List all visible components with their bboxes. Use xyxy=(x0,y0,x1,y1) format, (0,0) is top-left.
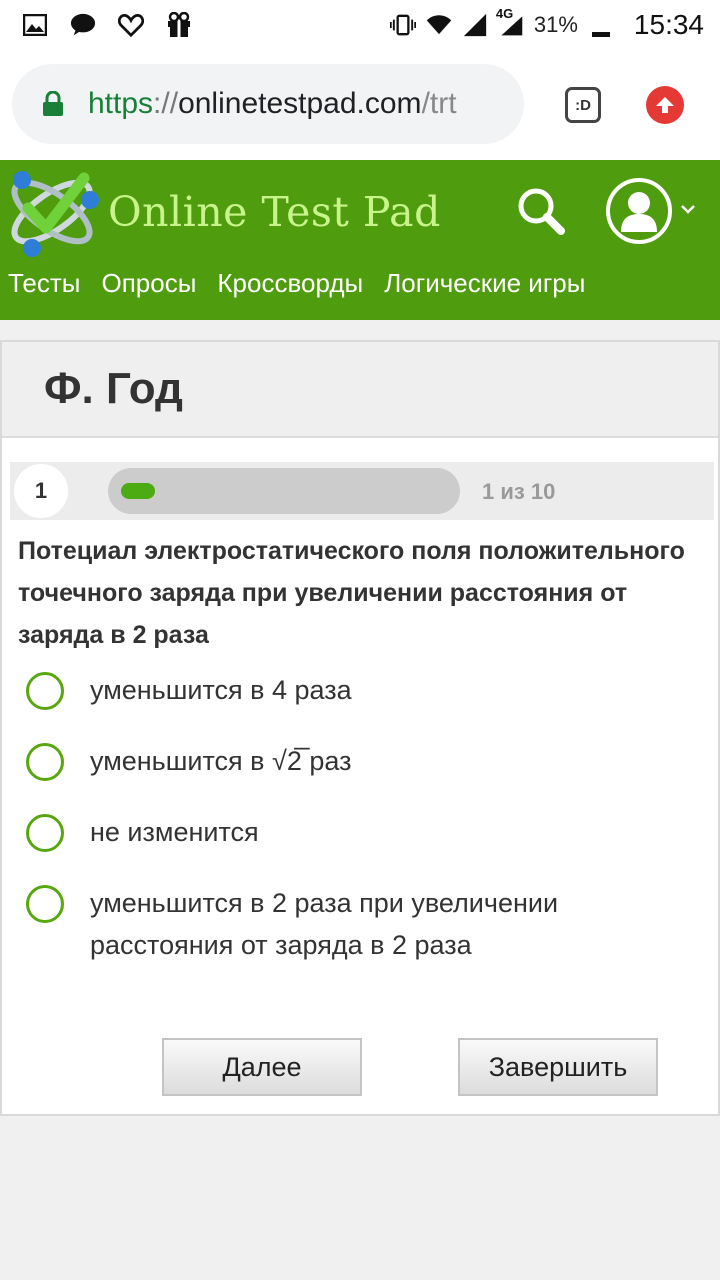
chevron-down-icon xyxy=(680,202,696,220)
chat-bubble-icon xyxy=(70,12,96,38)
test-panel: Ф. Год 1 1 из 10 Потециал электростатиче… xyxy=(0,340,720,1116)
site-title[interactable]: Online Test Pad xyxy=(108,188,441,236)
test-title: Ф. Год xyxy=(44,364,183,413)
heart-icon xyxy=(118,12,144,38)
search-icon[interactable] xyxy=(512,182,572,242)
nav-logic-games[interactable]: Логические игры xyxy=(384,268,585,299)
progress-count: 1 из 10 xyxy=(482,479,556,504)
answer-label[interactable]: уменьшится в 4 раза xyxy=(90,669,352,711)
answer-option[interactable]: уменьшится в 2 раза при увеличении расст… xyxy=(26,885,706,966)
nav-crosswords[interactable]: Кроссворды xyxy=(217,268,363,299)
nav-polls[interactable]: Опросы xyxy=(101,268,196,299)
radio-button[interactable] xyxy=(26,814,64,852)
answer-option[interactable]: уменьшится в √2̅ раз xyxy=(26,743,706,782)
finish-button[interactable]: Завершить xyxy=(458,1038,658,1096)
user-menu-button[interactable] xyxy=(606,176,702,246)
signal-icon xyxy=(462,12,488,38)
radio-button[interactable] xyxy=(26,743,64,781)
lock-icon xyxy=(42,90,68,117)
radio-button[interactable] xyxy=(26,672,64,710)
vibrate-icon xyxy=(389,12,416,38)
nav-tests[interactable]: Тесты xyxy=(8,268,80,299)
progress-row: 1 1 из 10 xyxy=(10,462,714,520)
answer-option[interactable]: уменьшится в 4 раза xyxy=(26,672,706,711)
gallery-icon xyxy=(22,12,48,38)
answer-label[interactable]: уменьшится в 2 раза при увеличении расст… xyxy=(90,882,706,966)
answer-label[interactable]: уменьшится в √2̅ раз xyxy=(90,740,351,782)
site-logo[interactable] xyxy=(0,164,104,260)
answer-label[interactable]: не изменится xyxy=(90,811,259,853)
radio-button[interactable] xyxy=(26,885,64,923)
question-text: Потециал электростатического поля положи… xyxy=(18,537,685,649)
progress-fill xyxy=(121,483,155,499)
signal-4g-icon: 4G xyxy=(496,6,524,38)
address-bar[interactable]: https://onlinetestpad.com/trt xyxy=(12,64,524,144)
test-title-bar: Ф. Год xyxy=(2,342,718,438)
url-text: https://onlinetestpad.com/trt xyxy=(88,87,457,120)
update-icon[interactable] xyxy=(646,86,684,124)
answer-option[interactable]: не изменится xyxy=(26,814,706,853)
gift-icon xyxy=(166,12,192,38)
progress-bar xyxy=(108,468,460,514)
wifi-icon xyxy=(426,12,452,38)
tab-switcher-button[interactable]: :D xyxy=(565,87,601,123)
battery-icon xyxy=(588,12,614,38)
browser-toolbar: https://onlinetestpad.com/trt :D xyxy=(0,50,720,160)
main-nav: Тесты Опросы Кроссворды Логические игры xyxy=(8,268,585,299)
site-header: Online Test Pad Тесты Опросы Кроссворды … xyxy=(0,160,720,320)
clock: 15:34 xyxy=(633,9,704,40)
question-number: 1 xyxy=(14,464,68,518)
user-avatar-icon xyxy=(606,178,672,244)
battery-percent: 31% xyxy=(533,12,578,37)
status-bar: 4G 31% 15:34 xyxy=(0,0,720,50)
next-button[interactable]: Далее xyxy=(162,1038,362,1096)
answer-options: уменьшится в 4 раза уменьшится в √2̅ раз… xyxy=(26,672,706,998)
